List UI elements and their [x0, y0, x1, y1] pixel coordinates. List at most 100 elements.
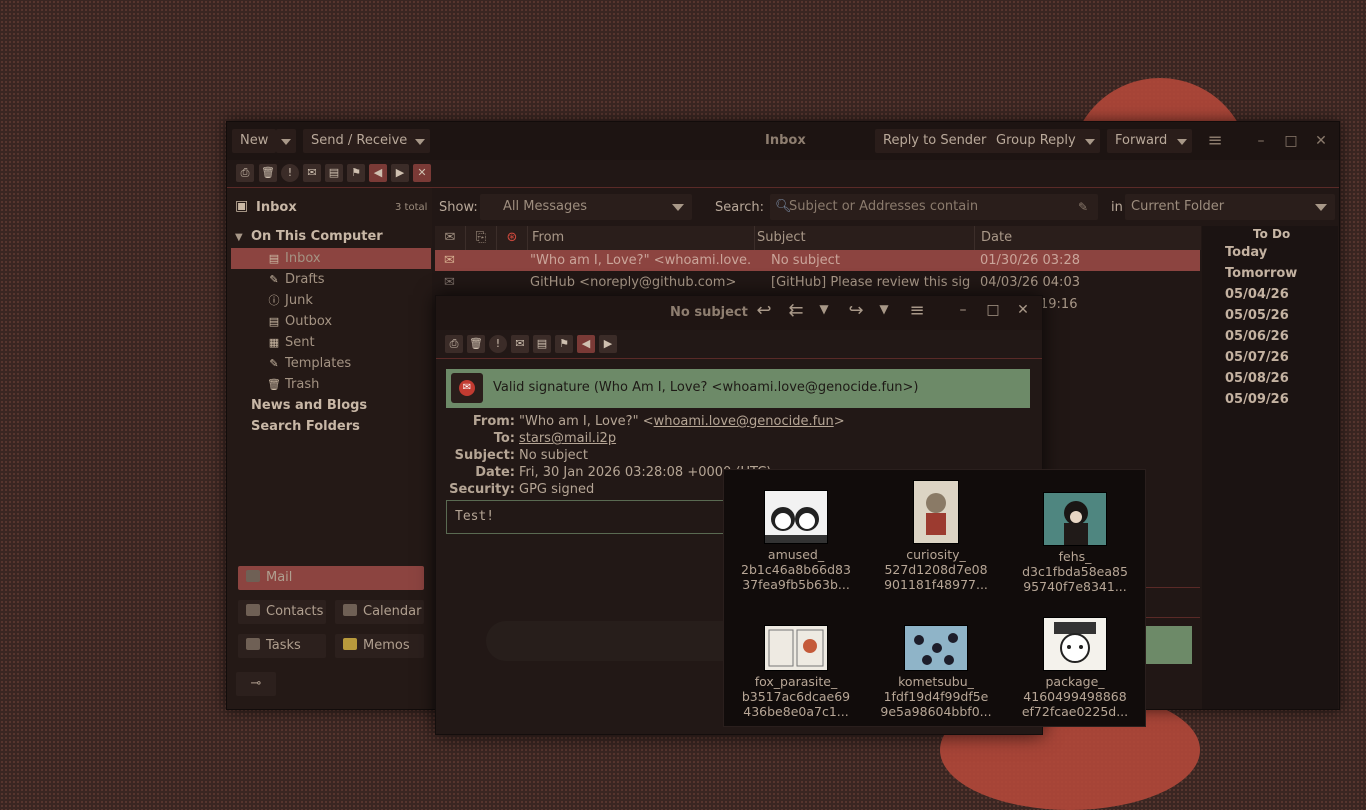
- from-email-link[interactable]: whoami.love@genocide.fun: [654, 414, 834, 429]
- attachment-item[interactable]: fox_parasite_ b3517ac6dcae69 436be8e0a7c…: [731, 625, 861, 719]
- junk-icon[interactable]: !: [281, 164, 299, 182]
- maximize-icon[interactable]: □: [1282, 132, 1300, 150]
- attachment-column-header[interactable]: ⎘: [466, 226, 497, 250]
- delete-icon[interactable]: 🗑: [467, 335, 485, 353]
- forward-button[interactable]: Forward: [1107, 129, 1176, 153]
- subject-value: No subject: [519, 448, 588, 463]
- sidebar-item-outbox[interactable]: ▤ Outbox: [267, 311, 332, 332]
- message-count: 3 total: [395, 202, 428, 213]
- forward-dropdown-arrow[interactable]: [1172, 129, 1192, 153]
- group-reply-dropdown-arrow[interactable]: [1080, 129, 1100, 153]
- clear-search-icon[interactable]: ✎: [1078, 194, 1088, 220]
- stop-icon[interactable]: ✕: [413, 164, 431, 182]
- attachment-item[interactable]: kometsubu_ 1fdf19d4f99df5e 9e5a98604bbf0…: [871, 625, 1001, 719]
- todo-item[interactable]: 05/05/26: [1225, 308, 1289, 323]
- account-news-and-blogs[interactable]: News and Blogs: [251, 398, 367, 413]
- sidebar-item-trash[interactable]: 🗑 Trash: [267, 374, 319, 395]
- new-dropdown-arrow[interactable]: [276, 129, 296, 153]
- sidebar-item-sent[interactable]: ▦ Sent: [267, 332, 315, 353]
- send-receive-dropdown-arrow[interactable]: [410, 129, 430, 153]
- attachment-thumbnail: [1043, 492, 1107, 546]
- todo-item[interactable]: 05/07/26: [1225, 350, 1289, 365]
- sidebar-item-junk[interactable]: ⓘ Junk: [267, 290, 313, 311]
- subject-column-header[interactable]: Subject: [755, 226, 975, 250]
- sidebar-item-label: Junk: [285, 293, 313, 308]
- previous-icon[interactable]: ◀: [577, 335, 595, 353]
- minimize-icon[interactable]: –: [951, 302, 975, 318]
- message-row[interactable]: ✉ GitHub <noreply@github.com> [GitHub] P…: [435, 272, 1200, 293]
- attachment-item[interactable]: fehs_ d3c1fbda58ea85 95740f7e8341...: [1010, 492, 1140, 594]
- in-label: in: [1111, 200, 1123, 215]
- close-icon[interactable]: ✕: [1312, 132, 1330, 150]
- reply-all-icon[interactable]: ⇇: [784, 300, 808, 321]
- todo-item[interactable]: Tomorrow: [1225, 266, 1297, 281]
- archive-icon[interactable]: ▤: [533, 335, 551, 353]
- attachment-name: 95740f7e8341...: [1023, 579, 1127, 594]
- sidebar-item-templates[interactable]: ✎ Templates: [267, 353, 351, 374]
- from-column-header[interactable]: From: [528, 226, 755, 250]
- previous-icon[interactable]: ◀: [369, 164, 387, 182]
- switcher-tasks-button[interactable]: Tasks: [238, 634, 326, 658]
- mark-read-icon[interactable]: ✉: [303, 164, 321, 182]
- message-status-icon: ✉: [444, 253, 455, 268]
- menu-icon[interactable]: ≡: [1206, 132, 1224, 150]
- search-placeholder: Subject or Addresses contain: [789, 199, 979, 214]
- flag-column-header[interactable]: ⊛: [497, 226, 528, 250]
- switcher-calendar-button[interactable]: Calendar: [335, 600, 424, 624]
- account-search-folders[interactable]: Search Folders: [251, 419, 360, 434]
- maximize-icon[interactable]: □: [981, 302, 1005, 318]
- attachment-item[interactable]: package_ 4160499498868 ef72fcae0225d...: [1010, 617, 1140, 719]
- message-date: 01/30/26 03:28: [980, 253, 1080, 268]
- next-icon[interactable]: ▶: [599, 335, 617, 353]
- group-reply-button[interactable]: Group Reply: [988, 129, 1084, 153]
- switcher-mail-button[interactable]: Mail: [238, 566, 424, 590]
- next-icon[interactable]: ▶: [391, 164, 409, 182]
- archive-icon[interactable]: ▤: [325, 164, 343, 182]
- send-receive-button[interactable]: Send / Receive: [303, 129, 416, 153]
- attachment-item[interactable]: curiosity_ 527d1208d7e08 901181f48977...: [871, 480, 1001, 592]
- todo-item[interactable]: 05/09/26: [1225, 392, 1289, 407]
- mark-read-icon[interactable]: ✉: [511, 335, 529, 353]
- attachment-item[interactable]: amused_ 2b1c46a8b66d83 37fea9fb5b63b...: [731, 490, 861, 592]
- junk-icon[interactable]: !: [489, 335, 507, 353]
- chevron-down-icon[interactable]: ▼: [812, 302, 836, 316]
- chevron-down-icon[interactable]: ▼: [872, 302, 896, 316]
- sidebar-item-drafts[interactable]: ✎ Drafts: [267, 269, 324, 290]
- todo-item[interactable]: Today: [1225, 245, 1267, 260]
- switcher-collapse-button[interactable]: ⊸: [236, 672, 276, 696]
- search-scope-dropdown[interactable]: Current Folder: [1125, 194, 1335, 220]
- header-bar: New Send / Receive Inbox Reply to Sender…: [227, 122, 1339, 160]
- date-column-header[interactable]: Date: [977, 226, 1205, 250]
- close-icon[interactable]: ✕: [1011, 302, 1035, 318]
- minimize-icon[interactable]: –: [1252, 132, 1270, 150]
- chevron-down-icon: [1315, 204, 1327, 211]
- delete-icon[interactable]: 🗑: [259, 164, 277, 182]
- forward-icon[interactable]: ↪: [844, 300, 868, 321]
- attachment-name: package_: [1045, 674, 1105, 689]
- expander-icon[interactable]: ▼: [235, 232, 243, 243]
- menu-icon[interactable]: ≡: [905, 300, 929, 321]
- message-window-header: No subject ↩ ⇇ ▼ ↪ ▼ ≡ – □ ✕: [436, 296, 1042, 330]
- new-button[interactable]: New: [232, 129, 277, 153]
- account-on-this-computer[interactable]: On This Computer: [251, 229, 383, 244]
- switcher-contacts-button[interactable]: Contacts: [238, 600, 326, 624]
- filter-icon[interactable]: ⚑: [555, 335, 573, 353]
- attachment-name: 527d1208d7e08: [884, 562, 988, 577]
- message-row[interactable]: ✉ "Who am I, Love?" <whoami.love... No s…: [435, 250, 1200, 271]
- search-input[interactable]: 🔍︎ Subject or Addresses contain ✎: [770, 194, 1098, 220]
- todo-item[interactable]: 05/08/26: [1225, 371, 1289, 386]
- reply-icon[interactable]: ↩: [752, 300, 776, 321]
- sidebar-item-inbox[interactable]: ▤ Inbox: [231, 248, 431, 269]
- print-icon[interactable]: ⎙: [236, 164, 254, 182]
- show-filter-dropdown[interactable]: All Messages: [480, 194, 692, 220]
- todo-item[interactable]: 05/06/26: [1225, 329, 1289, 344]
- filter-icon[interactable]: ⚑: [347, 164, 365, 182]
- todo-item[interactable]: 05/04/26: [1225, 287, 1289, 302]
- reply-to-sender-button[interactable]: Reply to Sender: [875, 129, 995, 153]
- attachment-name: 436be8e0a7c1...: [743, 704, 849, 719]
- from-label: From:: [472, 414, 515, 429]
- to-email-link[interactable]: stars@mail.i2p: [519, 431, 616, 446]
- print-icon[interactable]: ⎙: [445, 335, 463, 353]
- switcher-memos-button[interactable]: Memos: [335, 634, 424, 658]
- status-column-header[interactable]: ✉: [435, 226, 466, 250]
